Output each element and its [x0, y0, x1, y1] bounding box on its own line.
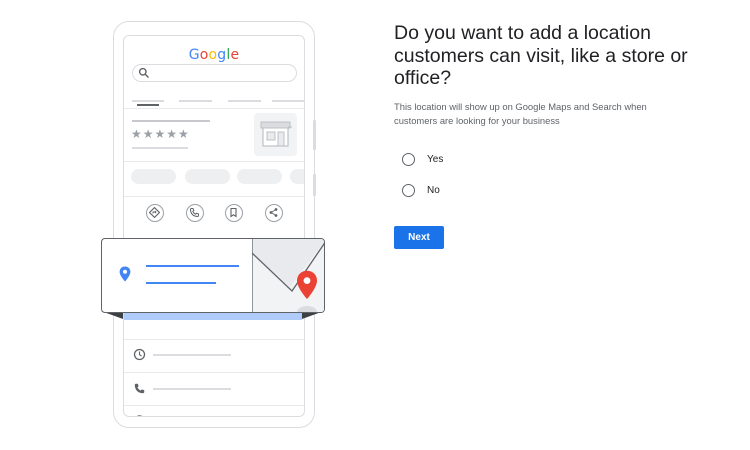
- divider: [124, 372, 304, 373]
- phone-side-button: [313, 174, 316, 196]
- card-highlight-strip: [124, 312, 302, 320]
- page-title: Do you want to add a location customers …: [394, 22, 688, 89]
- phone-mockup: Google ★★★★★: [113, 21, 316, 428]
- option-yes-label: Yes: [427, 154, 444, 165]
- page-subtitle: This location will show up on Google Map…: [394, 101, 647, 126]
- address-line-placeholder: [146, 282, 216, 284]
- divider: [124, 339, 304, 340]
- divider: [124, 108, 304, 109]
- globe-icon: [136, 415, 143, 416]
- tab-underline: [179, 100, 212, 102]
- share-icon: [269, 208, 278, 217]
- phone-icon: [189, 208, 199, 218]
- map-pin-icon: [297, 270, 317, 299]
- tab-underline: [272, 100, 304, 102]
- google-logo-letter: G: [188, 47, 200, 63]
- divider: [124, 196, 304, 197]
- tab-underline: [132, 100, 164, 102]
- divider: [124, 161, 304, 162]
- google-logo: Google: [124, 47, 304, 63]
- search-icon: [138, 67, 149, 78]
- option-no-label: No: [427, 185, 440, 196]
- call-action: [186, 204, 204, 222]
- divider: [124, 405, 304, 406]
- google-logo-letter: g: [217, 47, 227, 63]
- option-yes[interactable]: Yes: [402, 153, 443, 166]
- google-logo-letter: o: [199, 47, 209, 63]
- business-name-placeholder: [132, 120, 210, 122]
- google-logo-letter: e: [230, 47, 240, 63]
- next-button[interactable]: Next: [394, 226, 444, 249]
- hours-placeholder: [153, 354, 231, 356]
- phone-placeholder: [153, 388, 231, 390]
- rating-text-placeholder: [132, 147, 188, 149]
- google-logo-letter: o: [208, 47, 218, 63]
- address-line-placeholder: [146, 265, 239, 267]
- share-action: [265, 204, 283, 222]
- directions-action: [146, 204, 164, 222]
- phone-side-button: [313, 120, 316, 150]
- location-card: [101, 238, 325, 313]
- option-no[interactable]: No: [402, 184, 440, 197]
- radio-no[interactable]: [402, 184, 415, 197]
- directions-icon: [149, 207, 160, 218]
- chip-placeholder: [131, 169, 176, 184]
- radio-yes[interactable]: [402, 153, 415, 166]
- store-icon: [260, 121, 292, 147]
- active-tab-indicator: [137, 104, 159, 106]
- phone-icon: [134, 383, 145, 394]
- tab-underline: [228, 100, 261, 102]
- location-pin-icon: [119, 266, 131, 282]
- chip-placeholder: [290, 169, 304, 184]
- rating-stars: ★★★★★: [131, 127, 190, 141]
- phone-screen: Google ★★★★★: [123, 35, 305, 417]
- clock-icon: [133, 348, 146, 361]
- chip-placeholder: [237, 169, 282, 184]
- search-bar: [132, 64, 297, 82]
- chip-placeholder: [185, 169, 230, 184]
- save-action: [225, 204, 243, 222]
- business-profile-illustration: Google ★★★★★: [0, 0, 340, 450]
- bookmark-icon: [230, 207, 237, 218]
- store-thumbnail: [254, 113, 297, 156]
